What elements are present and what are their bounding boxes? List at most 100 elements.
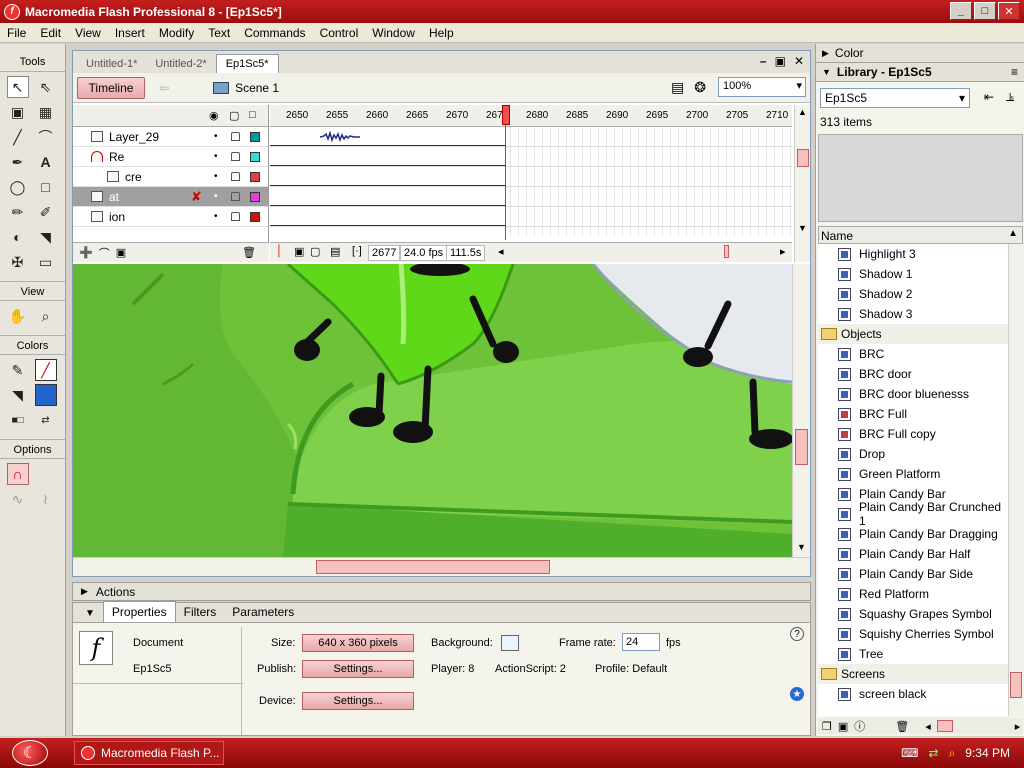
menu-window[interactable]: Window: [365, 26, 422, 40]
tab-untitled-2[interactable]: Untitled-2*: [146, 55, 215, 73]
outline-color-swatch[interactable]: [250, 171, 260, 182]
list-item[interactable]: Plain Candy Bar Half: [818, 544, 1008, 564]
color-panel-header[interactable]: ▶ Color: [816, 44, 1024, 63]
subselection-tool-icon[interactable]: ⇖: [35, 76, 57, 98]
list-item[interactable]: Red Platform: [818, 584, 1008, 604]
menu-file[interactable]: File: [0, 26, 33, 40]
search-icon[interactable]: ⌕: [949, 746, 956, 761]
straighten-option-icon[interactable]: ≀: [35, 488, 57, 510]
modify-markers-icon[interactable]: [·]: [352, 245, 362, 257]
frame-row[interactable]: [270, 167, 792, 187]
pen-tool-icon[interactable]: ✒: [7, 151, 29, 173]
library-vscroll-thumb[interactable]: [1010, 672, 1022, 698]
list-item[interactable]: Squishy Cherries Symbol: [818, 624, 1008, 644]
close-button[interactable]: ✕: [998, 2, 1020, 20]
menu-modify[interactable]: Modify: [152, 26, 201, 40]
insert-layer-icon[interactable]: ➕: [79, 246, 93, 259]
stage-vscroll[interactable]: ▼: [792, 264, 810, 557]
outline-color-swatch[interactable]: [250, 211, 260, 222]
doc-minimize-icon[interactable]: –: [760, 54, 767, 68]
tab-untitled-1[interactable]: Untitled-1*: [77, 55, 146, 73]
list-item[interactable]: Plain Candy Bar Side: [818, 564, 1008, 584]
doc-restore-icon[interactable]: ▣: [775, 54, 786, 68]
smooth-option-icon[interactable]: ∿: [7, 488, 29, 510]
edit-multiple-frames-icon[interactable]: ▤: [330, 245, 340, 258]
menu-control[interactable]: Control: [313, 26, 366, 40]
stroke-color-icon[interactable]: ✎: [7, 359, 29, 381]
taskbar-flash-item[interactable]: Macromedia Flash P...: [74, 741, 224, 765]
layer-row-selected[interactable]: at ✘ •: [73, 187, 268, 207]
tab-parameters[interactable]: Parameters: [224, 602, 302, 622]
sort-icon[interactable]: ▲: [1008, 228, 1018, 239]
background-color-swatch[interactable]: [501, 635, 519, 651]
visibility-dot[interactable]: •: [214, 191, 218, 202]
lib-scroll-right-icon[interactable]: ▸: [1015, 720, 1021, 733]
library-panel-header[interactable]: ▼ Library - Ep1Sc5 ≡: [816, 63, 1024, 82]
network-icon[interactable]: ⇄: [929, 746, 939, 760]
gradient-transform-tool-icon[interactable]: ▦: [35, 101, 57, 123]
keyboard-icon[interactable]: ⌨: [901, 746, 918, 760]
delete-layer-icon[interactable]: 🗑: [242, 246, 256, 259]
frame-row[interactable]: [270, 187, 792, 207]
zoom-select[interactable]: 100%: [718, 77, 806, 97]
frames-area[interactable]: 2650 2655 2660 2665 2670 2675 2680 2685 …: [270, 105, 792, 262]
swap-colors-icon[interactable]: ⇄: [35, 409, 57, 431]
expand-arrow-icon[interactable]: ▶: [822, 48, 829, 59]
help-icon[interactable]: ?: [790, 627, 804, 641]
scroll-left-icon[interactable]: ◂: [498, 245, 504, 258]
frame-row[interactable]: [270, 207, 792, 227]
actions-panel-header[interactable]: ▶ Actions: [72, 582, 811, 601]
onion-outlines-icon[interactable]: ▢: [310, 245, 320, 258]
menu-edit[interactable]: Edit: [33, 26, 68, 40]
scroll-right-icon[interactable]: ▸: [780, 245, 786, 258]
paint-bucket-tool-icon[interactable]: ◥: [35, 226, 57, 248]
lock-icon[interactable]: [231, 172, 240, 181]
flash-app-icon[interactable]: f: [4, 3, 20, 20]
list-item[interactable]: Plain Candy Bar Crunched 1: [818, 500, 1008, 528]
visibility-dot[interactable]: •: [214, 211, 218, 222]
stage-canvas[interactable]: [73, 264, 792, 557]
free-transform-tool-icon[interactable]: ▣: [7, 101, 29, 123]
list-item[interactable]: BRC door: [818, 364, 1008, 384]
center-frame-icon[interactable]: │: [276, 245, 283, 257]
default-colors-icon[interactable]: ■□: [7, 409, 29, 431]
lock-header-icon[interactable]: ▢: [229, 109, 239, 122]
stage-hscroll[interactable]: [73, 557, 810, 576]
list-item[interactable]: BRC Full copy: [818, 424, 1008, 444]
layer-row[interactable]: cre •: [73, 167, 268, 187]
visibility-dot[interactable]: •: [214, 131, 218, 142]
eraser-tool-icon[interactable]: ▭: [35, 251, 57, 273]
hand-tool-icon[interactable]: ✋: [7, 305, 29, 327]
list-item[interactable]: Shadow 1: [818, 264, 1008, 284]
library-vscroll[interactable]: [1008, 244, 1023, 716]
start-button[interactable]: ☾: [12, 740, 48, 766]
properties-icon[interactable]: ⓘ: [854, 718, 865, 734]
clock[interactable]: 9:34 PM: [965, 746, 1010, 760]
library-folder[interactable]: Objects: [818, 324, 1008, 344]
stage-hscroll-thumb[interactable]: [316, 560, 550, 574]
fill-color-swatch[interactable]: [34, 384, 57, 406]
list-item[interactable]: Plain Candy Bar Dragging: [818, 524, 1008, 544]
layer-row[interactable]: Re •: [73, 147, 268, 167]
publish-settings-button[interactable]: Settings...: [302, 660, 414, 678]
frame-ruler[interactable]: 2650 2655 2660 2665 2670 2675 2680 2685 …: [270, 105, 792, 127]
stroke-color-swatch[interactable]: ╱: [34, 359, 57, 381]
timeline-button[interactable]: Timeline: [77, 76, 145, 99]
tab-properties[interactable]: Properties: [102, 601, 176, 622]
list-item[interactable]: Shadow 3: [818, 304, 1008, 324]
list-item[interactable]: Green Platform: [818, 464, 1008, 484]
list-item[interactable]: Highlight 3: [818, 244, 1008, 264]
visibility-dot[interactable]: •: [214, 151, 218, 162]
library-column-header[interactable]: Name ▲: [818, 226, 1023, 244]
insert-folder-icon[interactable]: ▣: [116, 246, 126, 259]
pencil-tool-icon[interactable]: ✏: [7, 201, 29, 223]
playhead[interactable]: [502, 105, 510, 240]
onion-skin-icon[interactable]: ▣: [294, 245, 304, 258]
scroll-down-icon[interactable]: ▼: [798, 223, 807, 233]
scroll-up-icon[interactable]: ▲: [798, 107, 807, 117]
rectangle-tool-icon[interactable]: □: [35, 176, 57, 198]
list-item[interactable]: Shadow 2: [818, 284, 1008, 304]
doc-close-icon[interactable]: ✕: [794, 54, 804, 68]
add-motion-guide-icon[interactable]: ⌒: [99, 245, 110, 261]
size-button[interactable]: 640 x 360 pixels: [302, 634, 414, 652]
